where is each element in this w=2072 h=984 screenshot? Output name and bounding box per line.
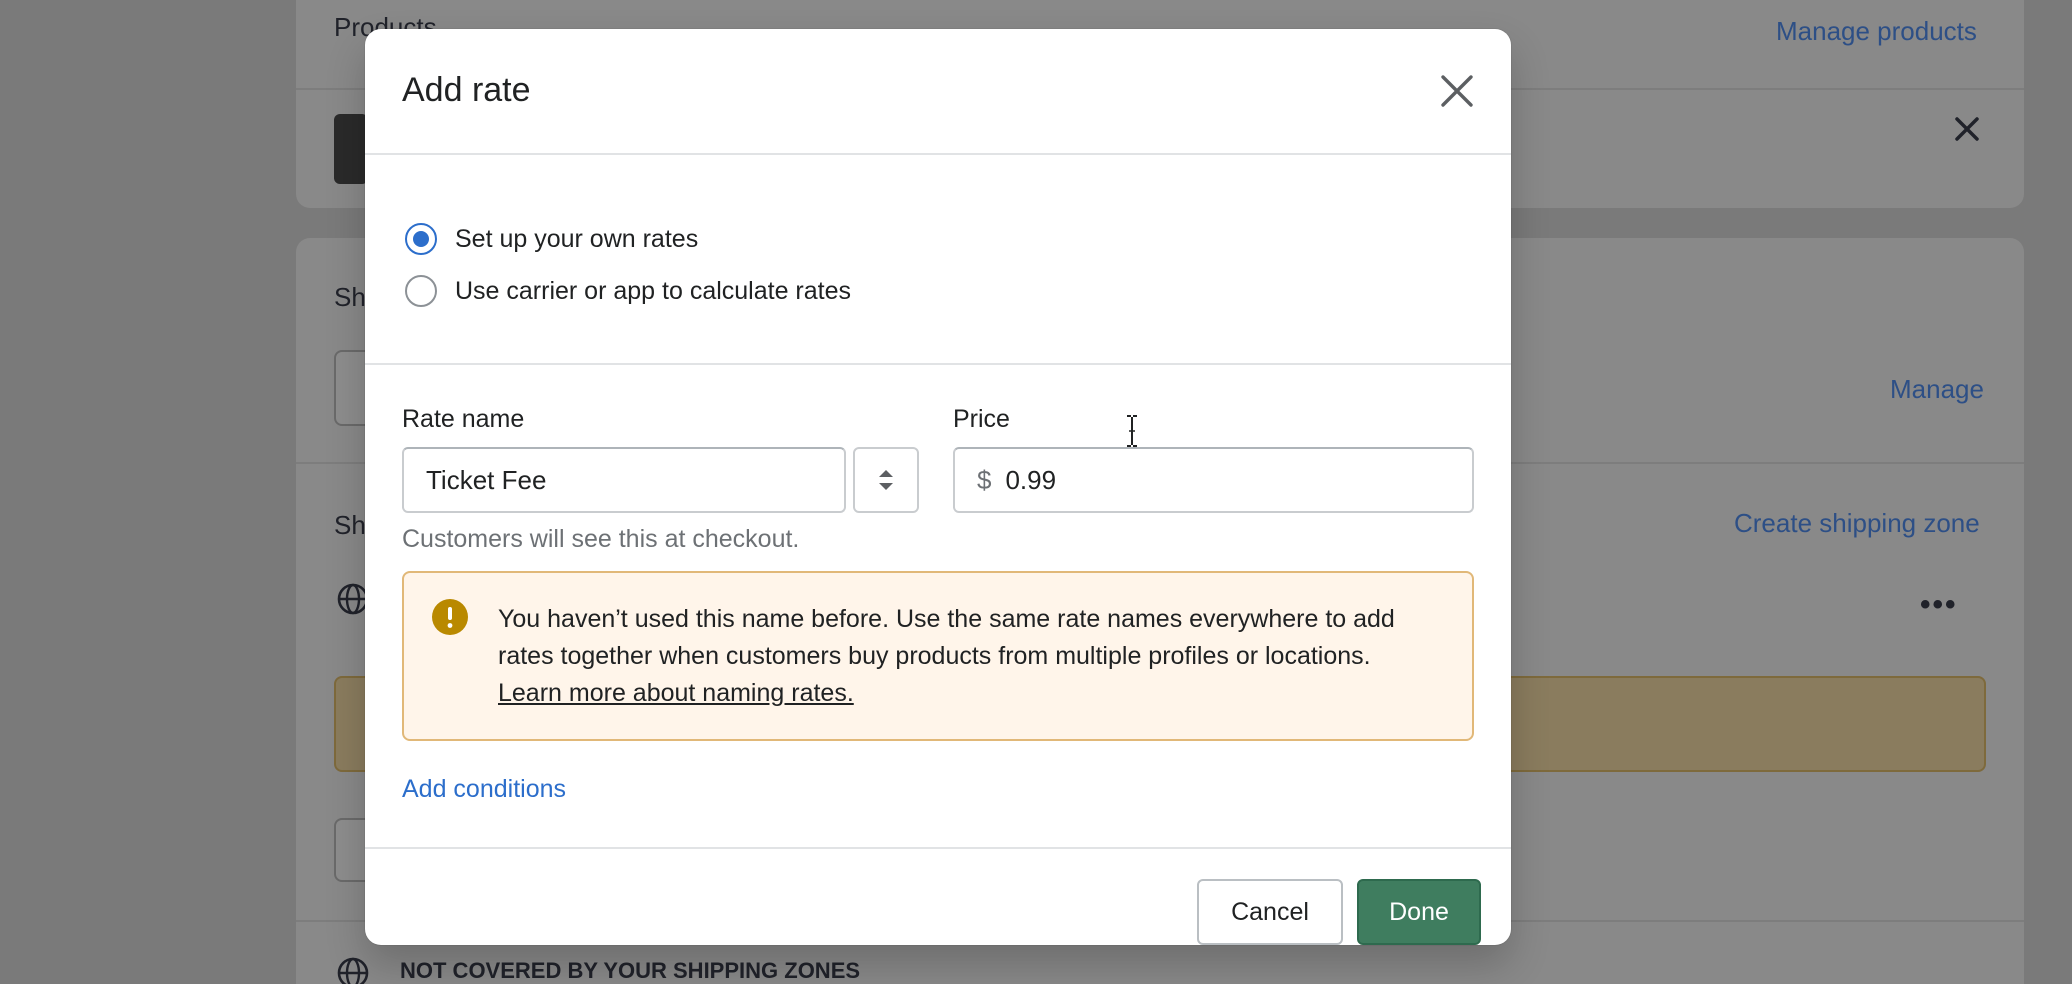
radio-label: Set up your own rates <box>455 224 699 253</box>
radio-button[interactable] <box>405 275 437 307</box>
manage-link[interactable]: Manage <box>1890 374 1984 405</box>
currency-prefix: $ <box>977 464 992 495</box>
rate-form-section: Rate name Ticket Fee Price $ 0.99 Custom… <box>365 365 1511 849</box>
remove-product-icon[interactable] <box>1952 114 1982 144</box>
done-button[interactable]: Done <box>1357 879 1481 945</box>
select-arrows-icon <box>879 470 893 490</box>
rate-name-select-button[interactable] <box>853 447 919 513</box>
warning-banner-text: You haven’t used this name before. Use t… <box>498 601 1438 712</box>
warning-banner: You haven’t used this name before. Use t… <box>402 571 1474 741</box>
rate-name-value: Ticket Fee <box>426 464 547 495</box>
price-input[interactable]: $ 0.99 <box>953 447 1474 513</box>
price-value: 0.99 <box>1005 464 1057 495</box>
rate-type-section: Set up your own rates Use carrier or app… <box>365 155 1511 365</box>
warning-icon <box>432 599 468 635</box>
add-rate-modal: Add rate Set up your own rates Use carri… <box>365 29 1511 945</box>
add-conditions-link[interactable]: Add conditions <box>402 775 566 804</box>
cancel-button[interactable]: Cancel <box>1197 879 1343 945</box>
radio-label: Use carrier or app to calculate rates <box>455 276 852 305</box>
shipping-zones-title: Sh <box>334 510 366 540</box>
close-icon <box>1441 75 1473 107</box>
radio-carrier-rates[interactable]: Use carrier or app to calculate rates <box>405 275 851 307</box>
shipping-section-title: Sh <box>334 282 366 312</box>
modal-footer: Cancel Done <box>365 847 1511 945</box>
radio-button-checked[interactable] <box>405 223 437 255</box>
rate-name-input[interactable]: Ticket Fee <box>402 447 846 513</box>
more-actions-icon[interactable]: ••• <box>1920 588 1958 622</box>
learn-more-link[interactable]: Learn more about naming rates. <box>498 679 854 707</box>
not-covered-heading: NOT COVERED BY YOUR SHIPPING ZONES <box>400 958 861 983</box>
modal-title: Add rate <box>402 71 531 109</box>
price-label: Price <box>953 405 1010 433</box>
warning-message: You haven’t used this name before. Use t… <box>498 605 1395 670</box>
create-shipping-zone-link[interactable]: Create shipping zone <box>1734 508 1980 539</box>
product-thumbnail <box>334 114 368 184</box>
close-button[interactable] <box>1433 67 1481 115</box>
manage-products-link[interactable]: Manage products <box>1776 16 1977 47</box>
radio-own-rates[interactable]: Set up your own rates <box>405 223 698 255</box>
globe-icon <box>337 957 369 984</box>
rate-name-label: Rate name <box>402 405 525 433</box>
rate-name-help-text: Customers will see this at checkout. <box>402 525 800 553</box>
modal-header: Add rate <box>365 29 1511 155</box>
text-cursor-icon <box>1127 415 1137 447</box>
